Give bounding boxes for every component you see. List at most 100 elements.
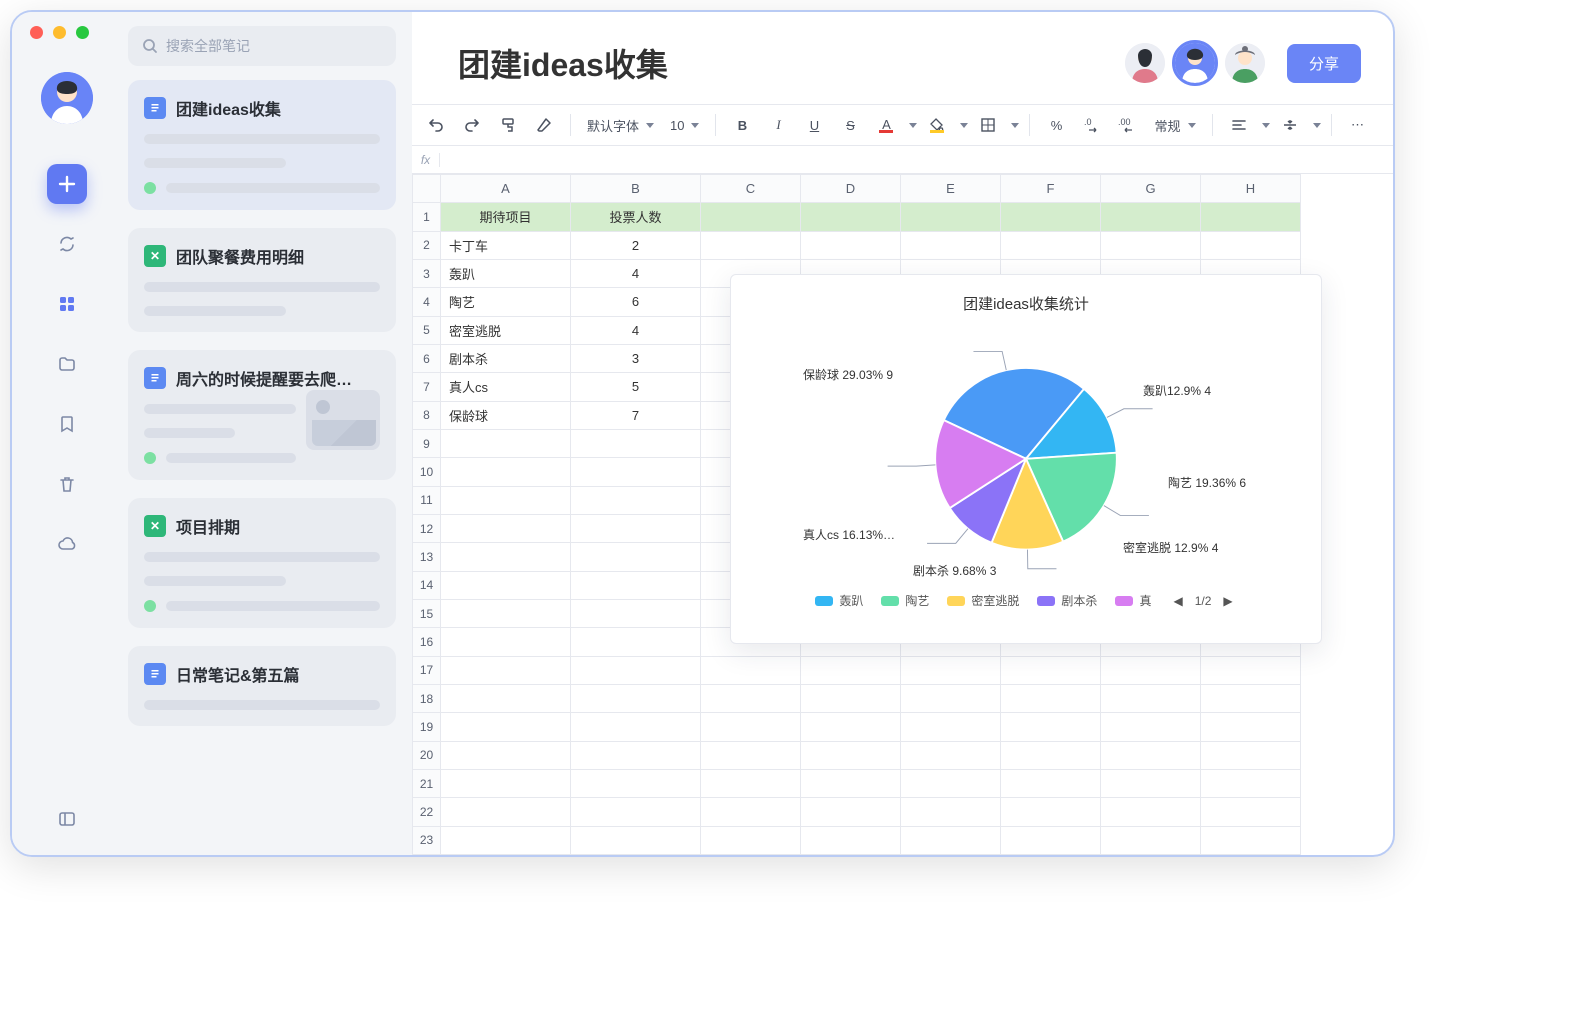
search-input[interactable] <box>166 38 382 54</box>
column-header[interactable]: F <box>1001 175 1101 203</box>
cell[interactable] <box>901 713 1001 741</box>
font-color-button[interactable]: A <box>870 110 902 140</box>
clear-format-button[interactable] <box>528 110 560 140</box>
cell[interactable] <box>1101 826 1201 854</box>
cell[interactable]: 7 <box>571 401 701 429</box>
cell[interactable] <box>441 429 571 457</box>
cell[interactable] <box>441 684 571 712</box>
share-button[interactable]: 分享 <box>1287 44 1361 83</box>
cell[interactable] <box>1201 741 1301 769</box>
cell[interactable] <box>901 684 1001 712</box>
row-header[interactable]: 5 <box>413 316 441 344</box>
cell[interactable]: 投票人数 <box>571 203 701 231</box>
cell[interactable] <box>901 769 1001 797</box>
row-header[interactable]: 8 <box>413 401 441 429</box>
note-card[interactable]: 周六的时候提醒要去爬… <box>128 350 396 480</box>
legend-item[interactable]: 陶艺 <box>881 592 929 609</box>
row-header[interactable]: 1 <box>413 203 441 231</box>
maximize-window-button[interactable] <box>76 26 89 39</box>
legend-item[interactable]: 剧本杀 <box>1037 592 1097 609</box>
cell[interactable] <box>441 514 571 542</box>
row-header[interactable]: 4 <box>413 288 441 316</box>
collaborator-avatar[interactable] <box>1125 43 1165 83</box>
note-card[interactable]: ✕ 团队聚餐费用明细 <box>128 228 396 332</box>
increase-decimal-button[interactable]: .00 <box>1112 110 1144 140</box>
cell[interactable] <box>441 713 571 741</box>
cell[interactable] <box>701 684 801 712</box>
cell[interactable] <box>1101 741 1201 769</box>
cell[interactable] <box>1001 684 1101 712</box>
cell[interactable] <box>441 486 571 514</box>
cell[interactable] <box>1101 713 1201 741</box>
collapse-sidebar-button[interactable] <box>47 799 87 839</box>
close-window-button[interactable] <box>30 26 43 39</box>
bold-button[interactable]: B <box>726 110 758 140</box>
font-family-select[interactable]: 默认字体 <box>581 116 660 135</box>
column-header[interactable]: E <box>901 175 1001 203</box>
cell[interactable] <box>801 826 901 854</box>
cell[interactable] <box>901 203 1001 231</box>
new-note-button[interactable] <box>47 164 87 204</box>
cell[interactable] <box>801 798 901 826</box>
row-header[interactable]: 11 <box>413 486 441 514</box>
cell[interactable] <box>801 741 901 769</box>
cell[interactable] <box>1001 231 1101 259</box>
cell[interactable] <box>901 826 1001 854</box>
column-header[interactable]: A <box>441 175 571 203</box>
cell[interactable]: 6 <box>571 288 701 316</box>
row-header[interactable]: 20 <box>413 741 441 769</box>
cell[interactable] <box>701 231 801 259</box>
fill-color-button[interactable] <box>921 110 953 140</box>
row-header[interactable]: 10 <box>413 458 441 486</box>
cell[interactable] <box>1001 656 1101 684</box>
cell[interactable]: 期待项目 <box>441 203 571 231</box>
cell[interactable] <box>571 713 701 741</box>
cell[interactable] <box>571 826 701 854</box>
column-header[interactable]: D <box>801 175 901 203</box>
valign-button[interactable] <box>1274 110 1306 140</box>
undo-button[interactable] <box>420 110 452 140</box>
cell[interactable] <box>1201 769 1301 797</box>
cell[interactable] <box>701 203 801 231</box>
row-header[interactable]: 18 <box>413 684 441 712</box>
cell[interactable] <box>701 656 801 684</box>
row-header[interactable]: 7 <box>413 373 441 401</box>
column-header[interactable]: B <box>571 175 701 203</box>
cell[interactable] <box>801 231 901 259</box>
cell[interactable] <box>441 458 571 486</box>
cell[interactable] <box>1201 203 1301 231</box>
legend-prev-button[interactable]: ◀ <box>1169 594 1186 608</box>
cell[interactable] <box>571 458 701 486</box>
minimize-window-button[interactable] <box>53 26 66 39</box>
cell[interactable] <box>901 798 1001 826</box>
cell[interactable] <box>801 656 901 684</box>
cell[interactable]: 2 <box>571 231 701 259</box>
cell[interactable]: 陶艺 <box>441 288 571 316</box>
cell[interactable] <box>801 203 901 231</box>
apps-button[interactable] <box>47 284 87 324</box>
avatar[interactable] <box>41 72 93 124</box>
underline-button[interactable]: U <box>798 110 830 140</box>
cell[interactable] <box>901 741 1001 769</box>
chevron-down-icon[interactable] <box>1011 123 1019 128</box>
search-bar[interactable] <box>128 26 396 66</box>
row-header[interactable]: 21 <box>413 769 441 797</box>
cell[interactable] <box>801 713 901 741</box>
cell[interactable]: 5 <box>571 373 701 401</box>
row-header[interactable]: 9 <box>413 429 441 457</box>
cell[interactable] <box>1201 684 1301 712</box>
row-header[interactable]: 13 <box>413 543 441 571</box>
collaborator-avatar[interactable] <box>1225 43 1265 83</box>
align-button[interactable] <box>1223 110 1255 140</box>
cell[interactable] <box>1101 203 1201 231</box>
cell[interactable] <box>571 486 701 514</box>
borders-button[interactable] <box>972 110 1004 140</box>
format-painter-button[interactable] <box>492 110 524 140</box>
cell[interactable] <box>441 656 571 684</box>
cell[interactable] <box>571 543 701 571</box>
cell[interactable] <box>441 543 571 571</box>
collaborator-avatar[interactable] <box>1175 43 1215 83</box>
cell[interactable] <box>571 571 701 599</box>
cell[interactable]: 保龄球 <box>441 401 571 429</box>
cell[interactable]: 真人cs <box>441 373 571 401</box>
